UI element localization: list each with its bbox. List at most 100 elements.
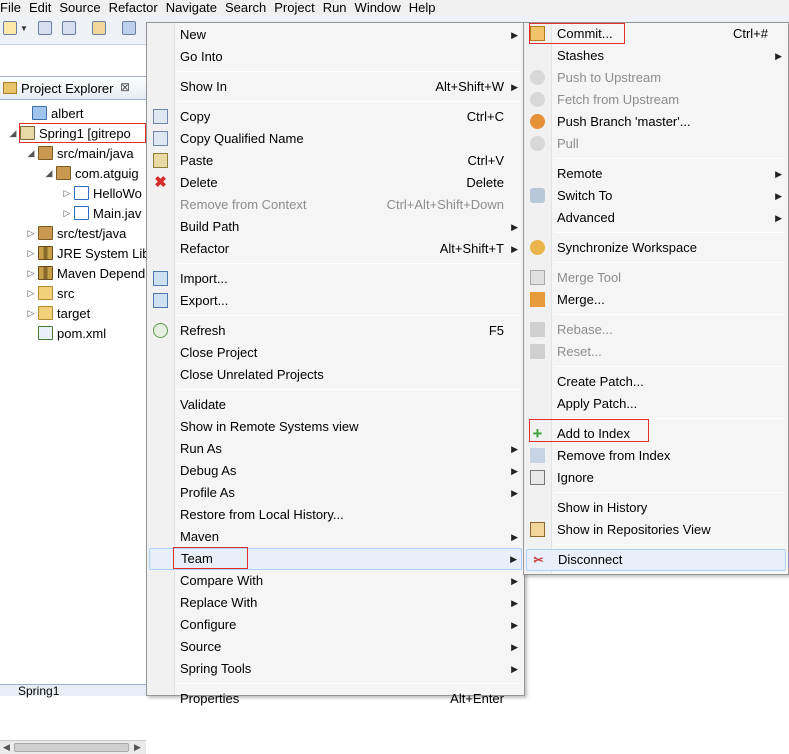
menu-item-compare-with[interactable]: Compare With ▶ — [149, 570, 522, 592]
menu-item-show-in-repositories-view[interactable]: Show in Repositories View — [526, 519, 786, 541]
menu-item-validate[interactable]: Validate — [149, 394, 522, 416]
menu-separator — [177, 263, 520, 264]
menu-item-maven[interactable]: Maven ▶ — [149, 526, 522, 548]
menu-item-apply-patch[interactable]: Apply Patch... — [526, 393, 786, 415]
menu-item-shortcut: Ctrl+C — [466, 109, 504, 124]
tree-item[interactable]: ▷ JRE System Lib — [26, 243, 150, 263]
menu-project[interactable]: Project — [270, 0, 318, 15]
save-icon[interactable] — [38, 21, 52, 35]
menu-item-close-unrelated-projects[interactable]: Close Unrelated Projects — [149, 364, 522, 386]
tree-item[interactable]: ▷ src — [26, 283, 75, 303]
menu-item-source[interactable]: Source ▶ — [149, 636, 522, 658]
menu-item-go-into[interactable]: Go Into — [149, 46, 522, 68]
expand-icon[interactable]: ▷ — [26, 268, 36, 279]
menu-refactor[interactable]: Refactor — [105, 0, 162, 15]
menu-item-build-path[interactable]: Build Path ▶ — [149, 216, 522, 238]
menu-item-profile-as[interactable]: Profile As ▶ — [149, 482, 522, 504]
menu-item-add-to-index[interactable]: + Add to Index — [526, 423, 786, 445]
menu-item-paste[interactable]: Paste Ctrl+V — [149, 150, 522, 172]
menu-window[interactable]: Window — [351, 0, 405, 15]
menu-item-replace-with[interactable]: Replace With ▶ — [149, 592, 522, 614]
menu-item-ignore[interactable]: Ignore — [526, 467, 786, 489]
menu-help[interactable]: Help — [405, 0, 440, 15]
tree-item[interactable]: ▷ Main.jav — [62, 203, 142, 223]
menu-item-remote[interactable]: Remote ▶ — [526, 163, 786, 185]
open-type-icon[interactable] — [92, 21, 106, 35]
expand-icon[interactable]: ▷ — [26, 228, 36, 239]
menu-item-stashes[interactable]: Stashes ▶ — [526, 45, 786, 67]
menu-item-synchronize-workspace[interactable]: Synchronize Workspace — [526, 237, 786, 259]
menu-item-create-patch[interactable]: Create Patch... — [526, 371, 786, 393]
menu-item-show-in[interactable]: Show In Alt+Shift+W ▶ — [149, 76, 522, 98]
tree-item[interactable]: albert — [20, 103, 84, 123]
horizontal-scrollbar[interactable]: ◀ ▶ — [0, 740, 146, 754]
menu-item-merge[interactable]: Merge... — [526, 289, 786, 311]
menu-item-advanced[interactable]: Advanced ▶ — [526, 207, 786, 229]
folder-icon — [38, 286, 53, 300]
menu-run[interactable]: Run — [319, 0, 351, 15]
scroll-right-icon[interactable]: ▶ — [134, 742, 141, 753]
menu-source[interactable]: Source — [55, 0, 104, 15]
menu-item-copy[interactable]: Copy Ctrl+C — [149, 106, 522, 128]
menu-item-restore-from-local-history[interactable]: Restore from Local History... — [149, 504, 522, 526]
menu-item-label: Show in History — [557, 500, 648, 515]
collapse-icon[interactable]: ◢ — [26, 148, 36, 159]
expand-icon[interactable]: ▷ — [62, 208, 72, 219]
menu-item-properties[interactable]: Properties Alt+Enter — [149, 688, 522, 710]
menu-item-refactor[interactable]: Refactor Alt+Shift+T ▶ — [149, 238, 522, 260]
new-wizard-icon[interactable] — [3, 21, 17, 35]
push-branch-icon — [530, 114, 545, 129]
menu-item-close-project[interactable]: Close Project — [149, 342, 522, 364]
commit-icon — [530, 26, 545, 41]
scrollbar-thumb[interactable] — [14, 743, 129, 752]
menu-edit[interactable]: Edit — [25, 0, 55, 15]
menu-item-copy-qualified-name[interactable]: Copy Qualified Name — [149, 128, 522, 150]
menu-item-debug-as[interactable]: Debug As ▶ — [149, 460, 522, 482]
menu-navigate[interactable]: Navigate — [162, 0, 221, 15]
expand-icon[interactable]: ▷ — [26, 288, 36, 299]
close-icon[interactable]: ⊠ — [120, 80, 130, 94]
bottom-view-tab[interactable]: Spring1 — [0, 684, 146, 697]
menu-item-export[interactable]: Export... — [149, 290, 522, 312]
menu-item-delete[interactable]: ✖ Delete Delete — [149, 172, 522, 194]
expand-icon[interactable]: ▷ — [26, 248, 36, 259]
tree-item[interactable]: ◢ com.atguig — [44, 163, 139, 183]
tree-item[interactable]: pom.xml — [26, 323, 106, 343]
tree-item[interactable]: ▷ Maven Depend — [26, 263, 146, 283]
menu-item-configure[interactable]: Configure ▶ — [149, 614, 522, 636]
dropdown-arrow-icon[interactable]: ▼ — [20, 24, 28, 33]
menu-item-show-in-remote-systems-view[interactable]: Show in Remote Systems view — [149, 416, 522, 438]
menu-item-refresh[interactable]: Refresh F5 — [149, 320, 522, 342]
menu-item-label: Create Patch... — [557, 374, 644, 389]
collapse-icon[interactable]: ◢ — [44, 168, 54, 179]
tree-item[interactable]: ▷ src/test/java — [26, 223, 127, 243]
menu-item-import[interactable]: Import... — [149, 268, 522, 290]
menu-item-team[interactable]: Team ▶ — [149, 548, 522, 570]
collapse-icon[interactable]: ◢ — [8, 128, 18, 139]
disconnect-icon: ✂ — [533, 553, 544, 567]
menu-item-disconnect[interactable]: ✂ Disconnect — [526, 549, 786, 571]
menu-item-switch-to[interactable]: Switch To ▶ — [526, 185, 786, 207]
menu-item-spring-tools[interactable]: Spring Tools ▶ — [149, 658, 522, 680]
menu-item-remove-from-index[interactable]: Remove from Index — [526, 445, 786, 467]
expand-icon[interactable]: ▷ — [62, 188, 72, 199]
expand-icon[interactable]: ▷ — [26, 308, 36, 319]
submenu-arrow-icon: ▶ — [511, 244, 518, 254]
menu-item-push-branch-master[interactable]: Push Branch 'master'... — [526, 111, 786, 133]
scroll-left-icon[interactable]: ◀ — [3, 742, 10, 753]
menu-item-run-as[interactable]: Run As ▶ — [149, 438, 522, 460]
menu-bar: File Edit Source Refactor Navigate Search Proj… — [0, 0, 789, 15]
menu-search[interactable]: Search — [221, 0, 270, 15]
menu-item-new[interactable]: New ▶ — [149, 24, 522, 46]
tree-item[interactable]: ▷ HelloWo — [62, 183, 142, 203]
menu-file[interactable]: File — [0, 0, 25, 15]
tree-item[interactable]: ◢ src/main/java — [26, 143, 134, 163]
tree-item[interactable]: ▷ target — [26, 303, 91, 323]
project-explorer-tab[interactable]: Project Explorer ⊠ — [0, 76, 146, 100]
tree-item[interactable]: ◢ Spring1 [gitrepo — [8, 123, 131, 143]
console-icon[interactable] — [122, 21, 136, 35]
menu-item-label: Commit... — [557, 26, 613, 41]
save-all-icon[interactable] — [62, 21, 76, 35]
menu-item-commit[interactable]: Commit... Ctrl+# — [526, 23, 786, 45]
menu-item-show-in-history[interactable]: Show in History — [526, 497, 786, 519]
